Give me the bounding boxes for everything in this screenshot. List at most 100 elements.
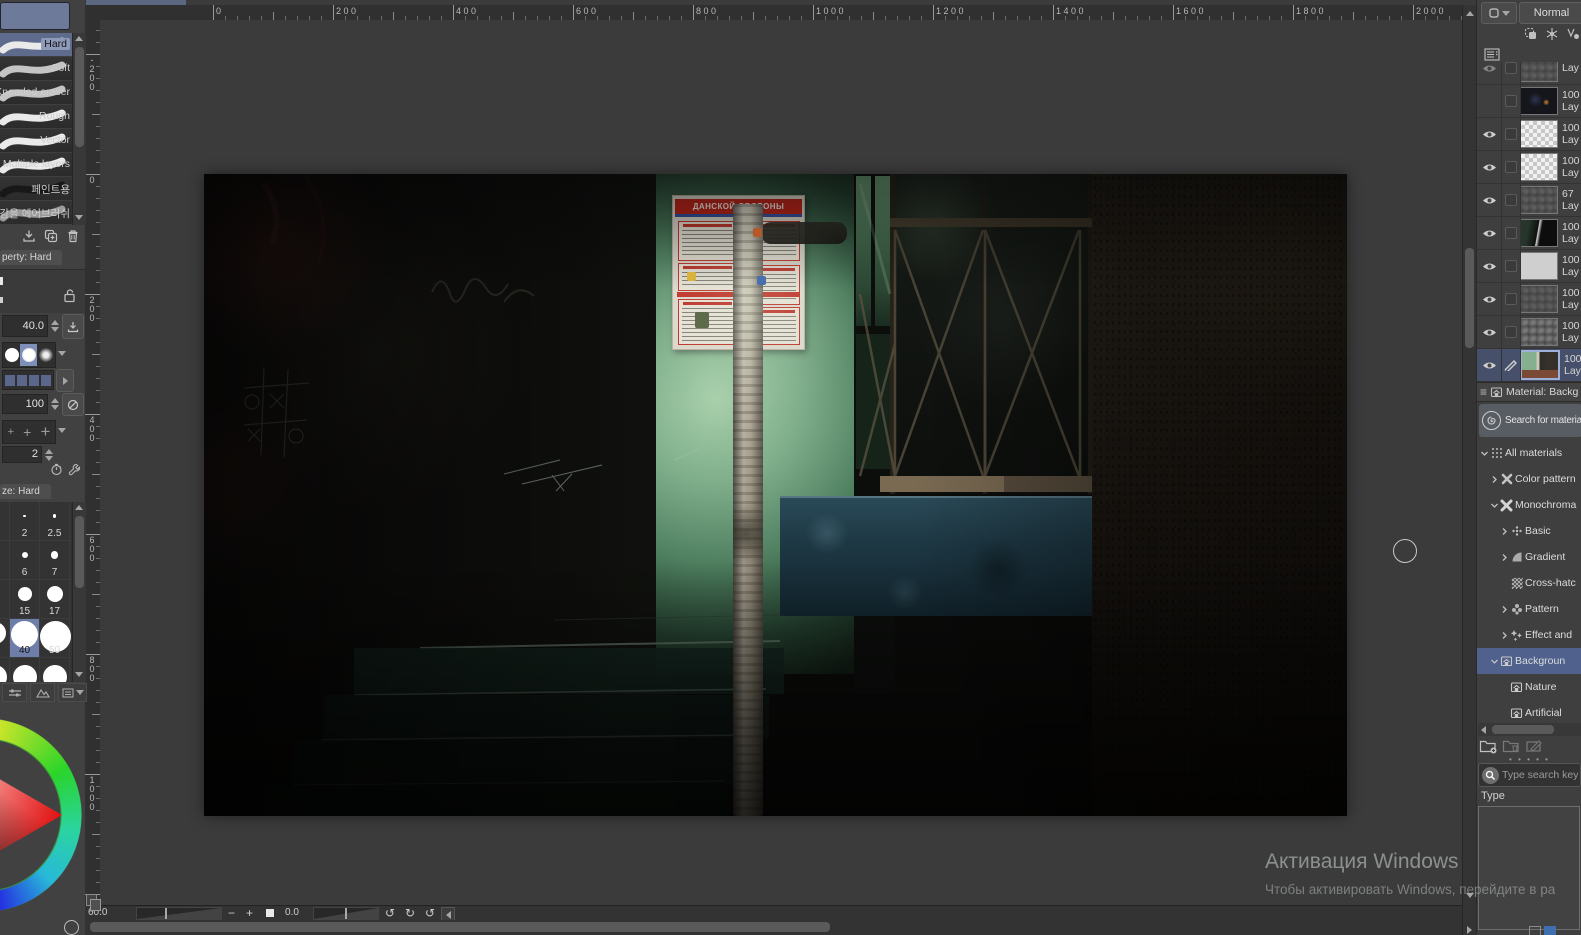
layer-thumbnail[interactable]: [1520, 186, 1558, 214]
layer-visibility-icon[interactable]: [1477, 229, 1501, 238]
brush-size-2.5[interactable]: 2.5: [40, 502, 70, 541]
brush-size-7[interactable]: 7: [40, 541, 70, 580]
gradation-swatch[interactable]: [41, 374, 51, 386]
layer-row[interactable]: 100 Lay: [1477, 250, 1581, 283]
blend-circle-slash-icon[interactable]: [62, 393, 84, 416]
clip-at-layer-icon[interactable]: [1565, 26, 1581, 42]
flip-pages-icon[interactable]: [86, 894, 101, 911]
layer-row[interactable]: Lay: [1477, 62, 1581, 85]
chevron-down-icon[interactable]: [1479, 449, 1489, 458]
layer-visibility-icon[interactable]: [1477, 163, 1501, 172]
layer-row[interactable]: 67 Lay: [1477, 184, 1581, 217]
layer-checkbox[interactable]: [1501, 293, 1520, 305]
tip-dropdown-icon[interactable]: [58, 351, 66, 356]
material-tree-item-gradient[interactable]: Gradient: [1477, 544, 1581, 570]
material-tree-item-artificial[interactable]: Artificial: [1477, 700, 1581, 722]
layer-checkbox[interactable]: [1501, 260, 1520, 272]
vertical-scrollbar[interactable]: [1462, 5, 1477, 935]
rotation-slider[interactable]: [313, 907, 379, 920]
layer-visibility-icon[interactable]: [1477, 64, 1501, 73]
subtool-item-multiple-layers[interactable]: Multiple layers: [0, 153, 72, 177]
brush-size-15[interactable]: 15: [10, 580, 40, 619]
vertical-scrollbar-thumb[interactable]: [1465, 248, 1474, 348]
brush-size-17[interactable]: 17: [40, 580, 70, 619]
layer-visibility-icon[interactable]: [1477, 361, 1501, 370]
material-tree-item-effect-and[interactable]: Effect and: [1477, 622, 1581, 648]
opacity-stepper[interactable]: [49, 394, 60, 414]
stabilization-field[interactable]: 2: [2, 446, 42, 463]
chevron-down-icon[interactable]: [1489, 501, 1499, 510]
layer-visibility-icon[interactable]: [1477, 196, 1501, 205]
horizontal-scrollbar-thumb[interactable]: [90, 922, 830, 932]
layer-visibility-icon[interactable]: [1477, 130, 1501, 139]
delete-folder-icon[interactable]: [1502, 738, 1521, 754]
material-tree-item-all-materials[interactable]: All materials: [1477, 440, 1581, 466]
layer-checkbox[interactable]: [1501, 194, 1520, 206]
layer-checkbox[interactable]: [1501, 227, 1520, 239]
aa-weak-icon[interactable]: +: [8, 426, 14, 438]
layer-thumbnail[interactable]: [1520, 252, 1558, 280]
layer-row[interactable]: 100 Lay: [1477, 118, 1581, 151]
material-tree-item-nature[interactable]: Nature: [1477, 674, 1581, 700]
layer-palette-menu-button[interactable]: [1481, 2, 1517, 24]
layer-thumbnail[interactable]: [1520, 219, 1558, 247]
zoom-slider[interactable]: [136, 907, 222, 920]
view-mode-active-icon[interactable]: [1544, 926, 1556, 935]
layer-visibility-icon[interactable]: [1477, 328, 1501, 337]
layer-editing-icon[interactable]: [1501, 359, 1520, 371]
brush-size-stepper[interactable]: [49, 315, 60, 337]
chevron-right-icon[interactable]: [1499, 631, 1509, 640]
material-tree-item-monochroma[interactable]: Monochroma: [1477, 492, 1581, 518]
material-search-input[interactable]: Type search key: [1478, 763, 1581, 787]
zoom-in-button[interactable]: +: [246, 906, 253, 920]
delete-icon[interactable]: [64, 227, 82, 245]
material-tree-item-basic[interactable]: Basic: [1477, 518, 1581, 544]
tip-hard-icon[interactable]: [3, 344, 20, 366]
layer-list-view-icon[interactable]: [1481, 46, 1503, 62]
aa-strong-icon[interactable]: +: [40, 422, 50, 442]
brush-size-partial[interactable]: [40, 658, 70, 682]
subtool-item-kneaded-eraser[interactable]: Kneaded eraser: [0, 81, 72, 105]
brush-size-2[interactable]: 2: [0, 580, 10, 619]
material-tree-scrollbar[interactable]: [1478, 723, 1581, 736]
brush-size-5[interactable]: 5: [0, 502, 10, 541]
subtool-item-페인트용[interactable]: 페인트용: [0, 177, 72, 201]
material-tree-item-backgroun[interactable]: Backgroun: [1477, 648, 1581, 674]
brush-size-partial[interactable]: [0, 658, 10, 682]
aa-medium-icon[interactable]: +: [23, 424, 31, 440]
size-grid-scrollbar[interactable]: [72, 502, 86, 682]
opacity-field[interactable]: 100: [2, 394, 48, 414]
layer-visibility-icon[interactable]: [1477, 262, 1501, 271]
brush-size-0[interactable]: 0: [0, 619, 10, 658]
layer-thumbnail[interactable]: [1520, 285, 1558, 313]
unlock-icon[interactable]: [63, 288, 76, 303]
subtool-item-질감을-에어브러쉬[interactable]: 질감을 에어브러쉬: [0, 201, 72, 225]
duplicate-icon[interactable]: [42, 227, 60, 245]
blend-mode-select[interactable]: Normal: [1519, 2, 1581, 24]
tip-medium-icon[interactable]: [20, 344, 37, 366]
layer-row[interactable]: 100 Lay: [1477, 316, 1581, 349]
color-wheel[interactable]: [0, 700, 85, 932]
canvas-artwork[interactable]: ДАНСКОЙ ОБОРОНЫ: [204, 174, 1347, 816]
brush-size-partial[interactable]: [10, 658, 40, 682]
subtool-item-hard[interactable]: Hard: [0, 33, 72, 57]
layer-thumbnail[interactable]: [1520, 87, 1558, 115]
new-folder-icon[interactable]: [1479, 738, 1498, 754]
tip-soft-icon[interactable]: [37, 344, 54, 366]
gradation-expand-button[interactable]: [56, 369, 74, 392]
tone-icon[interactable]: [1544, 26, 1560, 42]
brush-size-field[interactable]: 40.0: [2, 315, 48, 337]
layer-thumbnail[interactable]: [1520, 350, 1560, 380]
layer-checkbox[interactable]: [1501, 95, 1520, 107]
import-icon[interactable]: [20, 227, 38, 245]
horizontal-scrollbar[interactable]: [85, 920, 1462, 935]
brush-size-50[interactable]: 50: [40, 619, 71, 658]
layer-visibility-icon[interactable]: [1477, 295, 1501, 304]
view-mode-icon[interactable]: [1529, 926, 1541, 935]
layer-thumbnail[interactable]: [1520, 153, 1558, 181]
brush-size-na[interactable]: [0, 541, 10, 580]
layer-checkbox[interactable]: [1501, 161, 1520, 173]
layer-thumbnail[interactable]: [1520, 62, 1558, 82]
lock-transparent-icon[interactable]: [1523, 26, 1539, 42]
stopwatch-icon[interactable]: [48, 461, 64, 477]
